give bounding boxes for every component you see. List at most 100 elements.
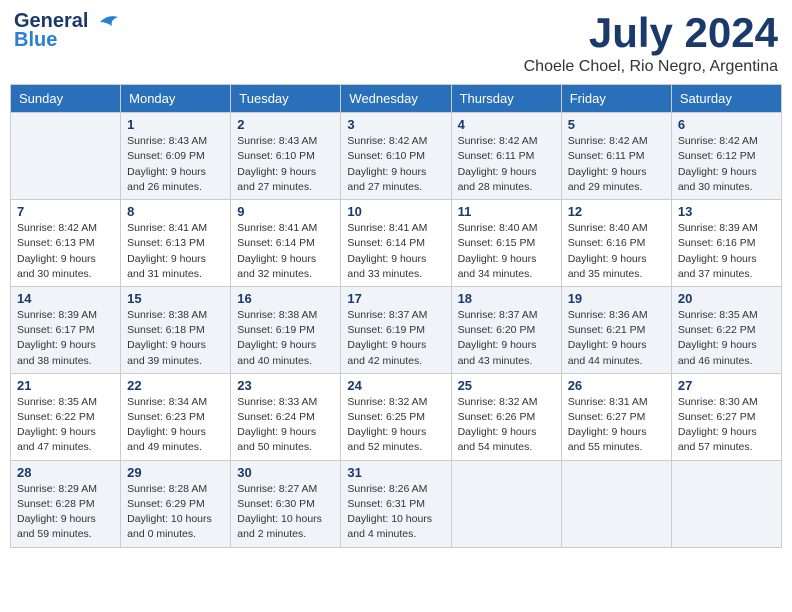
day-number: 27 (678, 378, 775, 393)
day-detail: Sunrise: 8:38 AM Sunset: 6:19 PM Dayligh… (237, 308, 334, 369)
day-detail: Sunrise: 8:41 AM Sunset: 6:13 PM Dayligh… (127, 221, 224, 282)
weekday-header-sunday: Sunday (11, 85, 121, 113)
day-detail: Sunrise: 8:26 AM Sunset: 6:31 PM Dayligh… (347, 482, 444, 543)
calendar-cell: 3 Sunrise: 8:42 AM Sunset: 6:10 PM Daylig… (341, 113, 451, 200)
calendar-cell: 13 Sunrise: 8:39 AM Sunset: 6:16 PM Dayli… (671, 200, 781, 287)
calendar-cell: 18 Sunrise: 8:37 AM Sunset: 6:20 PM Dayli… (451, 286, 561, 373)
day-detail: Sunrise: 8:35 AM Sunset: 6:22 PM Dayligh… (678, 308, 775, 369)
day-detail: Sunrise: 8:39 AM Sunset: 6:17 PM Dayligh… (17, 308, 114, 369)
calendar-cell: 22Sunrise: 8:34 AM Sunset: 6:23 PM Dayli… (121, 373, 231, 460)
calendar-cell: 20 Sunrise: 8:35 AM Sunset: 6:22 PM Dayli… (671, 286, 781, 373)
day-number: 24 (347, 378, 444, 393)
day-detail: Sunrise: 8:43 AM Sunset: 6:10 PM Dayligh… (237, 134, 334, 195)
location-title: Choele Choel, Rio Negro, Argentina (524, 58, 778, 76)
calendar-cell: 12 Sunrise: 8:40 AM Sunset: 6:16 PM Dayli… (561, 200, 671, 287)
day-detail: Sunrise: 8:39 AM Sunset: 6:16 PM Dayligh… (678, 221, 775, 282)
day-detail: Sunrise: 8:31 AM Sunset: 6:27 PM Dayligh… (568, 395, 665, 456)
calendar-cell: 16 Sunrise: 8:38 AM Sunset: 6:19 PM Dayli… (231, 286, 341, 373)
day-number: 30 (237, 465, 334, 480)
calendar-week-row: 7 Sunrise: 8:42 AM Sunset: 6:13 PM Daylig… (11, 200, 782, 287)
day-number: 25 (458, 378, 555, 393)
day-number: 11 (458, 204, 555, 219)
calendar-cell: 21 Sunrise: 8:35 AM Sunset: 6:22 PM Dayli… (11, 373, 121, 460)
calendar-cell: 4 Sunrise: 8:42 AM Sunset: 6:11 PM Daylig… (451, 113, 561, 200)
day-detail: Sunrise: 8:41 AM Sunset: 6:14 PM Dayligh… (237, 221, 334, 282)
day-number: 1 (127, 117, 224, 132)
day-detail: Sunrise: 8:37 AM Sunset: 6:20 PM Dayligh… (458, 308, 555, 369)
calendar-cell: 25Sunrise: 8:32 AM Sunset: 6:26 PM Dayli… (451, 373, 561, 460)
day-number: 4 (458, 117, 555, 132)
day-number: 19 (568, 291, 665, 306)
day-detail: Sunrise: 8:42 AM Sunset: 6:12 PM Dayligh… (678, 134, 775, 195)
day-number: 26 (568, 378, 665, 393)
calendar-cell: 26 Sunrise: 8:31 AM Sunset: 6:27 PM Dayli… (561, 373, 671, 460)
day-number: 10 (347, 204, 444, 219)
logo-blue: Blue (14, 29, 57, 52)
day-number: 5 (568, 117, 665, 132)
day-number: 12 (568, 204, 665, 219)
day-detail: Sunrise: 8:40 AM Sunset: 6:15 PM Dayligh… (458, 221, 555, 282)
weekday-header-thursday: Thursday (451, 85, 561, 113)
day-number: 23 (237, 378, 334, 393)
day-detail: Sunrise: 8:35 AM Sunset: 6:22 PM Dayligh… (17, 395, 114, 456)
logo: General Blue (14, 10, 120, 52)
day-detail: Sunrise: 8:42 AM Sunset: 6:13 PM Dayligh… (17, 221, 114, 282)
calendar-cell: 30 Sunrise: 8:27 AM Sunset: 6:30 PM Dayli… (231, 460, 341, 547)
day-detail: Sunrise: 8:32 AM Sunset: 6:25 PM Dayligh… (347, 395, 444, 456)
calendar-cell: 11 Sunrise: 8:40 AM Sunset: 6:15 PM Dayli… (451, 200, 561, 287)
day-number: 8 (127, 204, 224, 219)
day-detail: Sunrise: 8:28 AM Sunset: 6:29 PM Dayligh… (127, 482, 224, 543)
calendar-cell: 15Sunrise: 8:38 AM Sunset: 6:18 PM Dayli… (121, 286, 231, 373)
day-number: 18 (458, 291, 555, 306)
day-number: 2 (237, 117, 334, 132)
day-number: 22 (127, 378, 224, 393)
weekday-header-wednesday: Wednesday (341, 85, 451, 113)
day-number: 20 (678, 291, 775, 306)
calendar-week-row: 14Sunrise: 8:39 AM Sunset: 6:17 PM Dayli… (11, 286, 782, 373)
day-detail: Sunrise: 8:41 AM Sunset: 6:14 PM Dayligh… (347, 221, 444, 282)
day-detail: Sunrise: 8:27 AM Sunset: 6:30 PM Dayligh… (237, 482, 334, 543)
day-detail: Sunrise: 8:42 AM Sunset: 6:11 PM Dayligh… (568, 134, 665, 195)
page-header: General Blue July 2024 Choele Choel, Rio… (10, 10, 782, 76)
calendar-cell (11, 113, 121, 200)
calendar-cell (451, 460, 561, 547)
calendar-cell: 31Sunrise: 8:26 AM Sunset: 6:31 PM Dayli… (341, 460, 451, 547)
day-number: 3 (347, 117, 444, 132)
calendar-cell: 1Sunrise: 8:43 AM Sunset: 6:09 PM Daylig… (121, 113, 231, 200)
calendar-cell: 2 Sunrise: 8:43 AM Sunset: 6:10 PM Daylig… (231, 113, 341, 200)
day-detail: Sunrise: 8:42 AM Sunset: 6:10 PM Dayligh… (347, 134, 444, 195)
calendar-week-row: 1Sunrise: 8:43 AM Sunset: 6:09 PM Daylig… (11, 113, 782, 200)
calendar-cell: 29 Sunrise: 8:28 AM Sunset: 6:29 PM Dayli… (121, 460, 231, 547)
day-detail: Sunrise: 8:30 AM Sunset: 6:27 PM Dayligh… (678, 395, 775, 456)
day-number: 6 (678, 117, 775, 132)
day-number: 21 (17, 378, 114, 393)
weekday-header-saturday: Saturday (671, 85, 781, 113)
day-number: 29 (127, 465, 224, 480)
month-title: July 2024 (524, 10, 778, 56)
weekday-header-monday: Monday (121, 85, 231, 113)
weekday-header-friday: Friday (561, 85, 671, 113)
day-detail: Sunrise: 8:29 AM Sunset: 6:28 PM Dayligh… (17, 482, 114, 543)
day-number: 28 (17, 465, 114, 480)
calendar-cell: 14Sunrise: 8:39 AM Sunset: 6:17 PM Dayli… (11, 286, 121, 373)
calendar-header-row: SundayMondayTuesdayWednesdayThursdayFrid… (11, 85, 782, 113)
calendar-cell: 24 Sunrise: 8:32 AM Sunset: 6:25 PM Dayli… (341, 373, 451, 460)
calendar-table: SundayMondayTuesdayWednesdayThursdayFrid… (10, 84, 782, 547)
day-detail: Sunrise: 8:33 AM Sunset: 6:24 PM Dayligh… (237, 395, 334, 456)
calendar-week-row: 21 Sunrise: 8:35 AM Sunset: 6:22 PM Dayli… (11, 373, 782, 460)
calendar-cell: 7 Sunrise: 8:42 AM Sunset: 6:13 PM Daylig… (11, 200, 121, 287)
day-detail: Sunrise: 8:42 AM Sunset: 6:11 PM Dayligh… (458, 134, 555, 195)
title-area: July 2024 Choele Choel, Rio Negro, Argen… (524, 10, 778, 76)
calendar-cell: 17Sunrise: 8:37 AM Sunset: 6:19 PM Dayli… (341, 286, 451, 373)
day-number: 9 (237, 204, 334, 219)
day-detail: Sunrise: 8:40 AM Sunset: 6:16 PM Dayligh… (568, 221, 665, 282)
day-number: 15 (127, 291, 224, 306)
calendar-cell: 5 Sunrise: 8:42 AM Sunset: 6:11 PM Daylig… (561, 113, 671, 200)
day-number: 7 (17, 204, 114, 219)
calendar-cell: 10 Sunrise: 8:41 AM Sunset: 6:14 PM Dayli… (341, 200, 451, 287)
day-number: 13 (678, 204, 775, 219)
calendar-cell: 27 Sunrise: 8:30 AM Sunset: 6:27 PM Dayli… (671, 373, 781, 460)
day-number: 16 (237, 291, 334, 306)
calendar-cell (671, 460, 781, 547)
day-detail: Sunrise: 8:37 AM Sunset: 6:19 PM Dayligh… (347, 308, 444, 369)
